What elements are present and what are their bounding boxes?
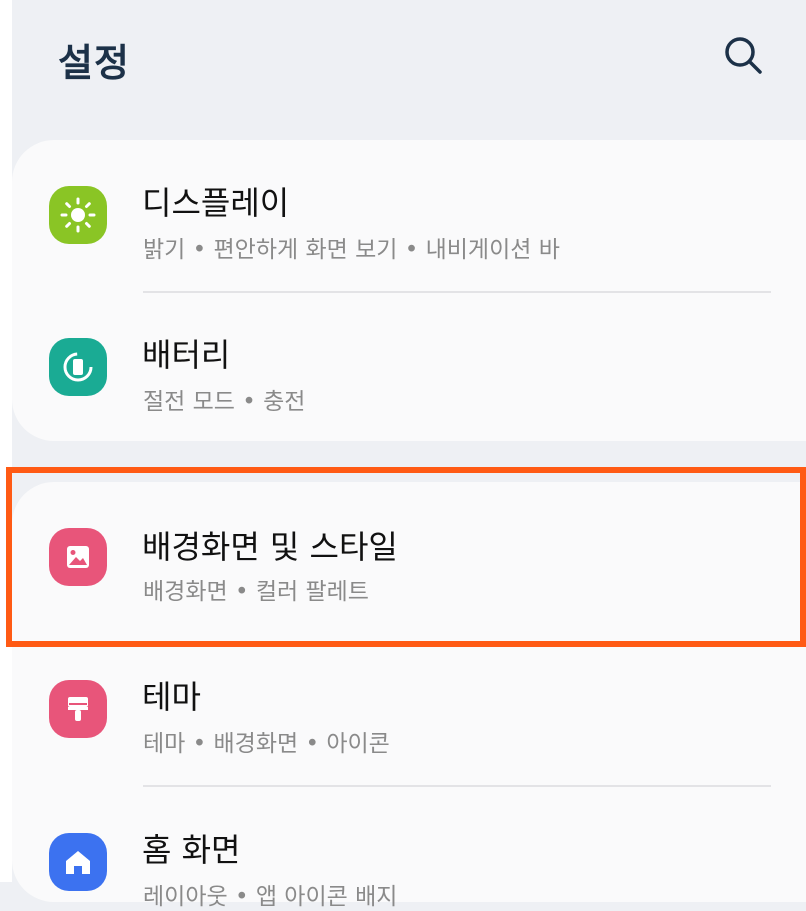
item-subtitle: 테마 • 배경화면 • 아이콘 — [143, 731, 390, 757]
search-button[interactable] — [720, 32, 768, 80]
item-title: 배경화면 및 스타일 — [142, 528, 398, 566]
item-title: 홈 화면 — [142, 831, 241, 869]
item-subtitle: 밝기 • 편안하게 화면 보기 • 내비게이션 바 — [143, 237, 560, 263]
display-brightness-icon — [49, 186, 107, 244]
settings-item-theme[interactable]: 테마 테마 • 배경화면 • 아이콘 — [12, 634, 806, 784]
settings-card-2: 배경화면 및 스타일 배경화면 • 컬러 팔레트 테마 테마 • 배경화면 • … — [12, 482, 806, 910]
wallpaper-icon — [49, 528, 107, 586]
page-title: 설정 — [58, 41, 130, 85]
left-edge — [0, 0, 12, 882]
settings-card-1: 디스플레이 밝기 • 편안하게 화면 보기 • 내비게이션 바 배터리 절전 모… — [12, 140, 806, 441]
home-icon — [49, 833, 107, 891]
battery-icon — [49, 338, 107, 396]
item-title: 디스플레이 — [142, 184, 290, 222]
item-subtitle: 배경화면 • 컬러 팔레트 — [143, 579, 369, 605]
search-icon — [725, 37, 762, 74]
settings-item-wallpaper[interactable]: 배경화면 및 스타일 배경화면 • 컬러 팔레트 — [12, 482, 806, 632]
settings-header: 설정 — [0, 0, 806, 130]
item-title: 테마 — [142, 678, 201, 716]
item-title: 배터리 — [142, 336, 231, 374]
settings-item-battery[interactable]: 배터리 절전 모드 • 충전 — [12, 292, 806, 441]
settings-item-home-screen[interactable]: 홈 화면 레이아웃 • 앱 아이콘 배지 — [12, 787, 806, 910]
settings-item-display[interactable]: 디스플레이 밝기 • 편안하게 화면 보기 • 내비게이션 바 — [12, 140, 806, 290]
item-subtitle: 레이아웃 • 앱 아이콘 배지 — [143, 884, 398, 910]
theme-brush-icon — [49, 680, 107, 738]
item-subtitle: 절전 모드 • 충전 — [143, 389, 306, 415]
